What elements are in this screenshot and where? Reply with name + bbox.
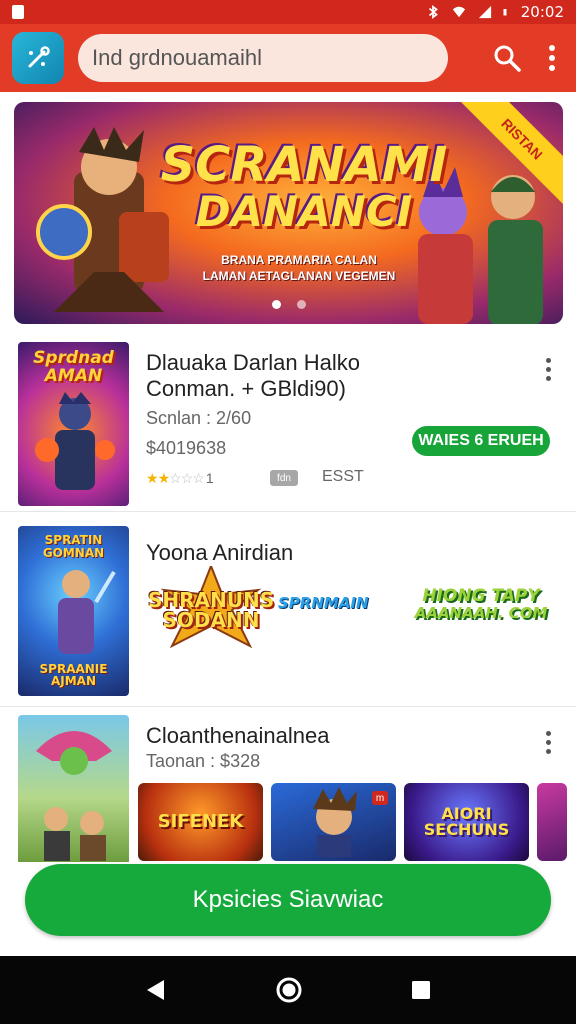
app-actions <box>492 43 564 73</box>
back-triangle-icon[interactable] <box>144 978 168 1002</box>
signal-icon <box>478 5 491 19</box>
install-button[interactable]: WAIES 6 ERUEH <box>412 426 550 456</box>
search-placeholder: Ind grdnouamaihl <box>92 45 263 70</box>
banner-title: SCRANAMI DANANCI <box>154 140 454 234</box>
screenshot-carousel[interactable]: SIFENEK m AIORI SECHUNS <box>138 783 567 861</box>
item-price: $4019638 <box>146 438 227 458</box>
game-logo: SHRANUNS SODANN <box>148 566 274 652</box>
banner-subtitle-line1: BRANA PRAMARIA CALAN <box>221 253 377 267</box>
tools-icon <box>28 46 50 68</box>
featured-banner[interactable]: SCRANAMI DANANCI BRANA PRAMARIA CALAN LA… <box>14 102 563 324</box>
status-time: 20:02 <box>520 3 564 21</box>
tag-label: ESST <box>322 468 364 485</box>
promo-logo: HIONG TAPY AAANAAH. COM <box>410 587 552 622</box>
search-input[interactable]: Ind grdnouamaihl <box>78 34 448 82</box>
carousel-dot[interactable] <box>271 300 281 309</box>
game-thumbnail: SPRATIN GOMNAN SPRAANIE AJMAN <box>18 526 129 696</box>
banner-subtitle-line2: LAMAN AETAGLANAN VEGEMEN <box>202 269 396 284</box>
card-title-line1: SIFENEK <box>157 811 244 832</box>
primary-cta-button[interactable]: Kpsicies Siavwiac <box>25 864 551 936</box>
app-bar: Ind grdnouamaihl <box>0 24 576 92</box>
star-icon: ★ <box>157 470 171 486</box>
item-title: Yoona Anirdian <box>146 540 294 565</box>
app-screen: 20:02 Ind grdnouamaihl SCRANAMI DANANCI … <box>0 0 576 1024</box>
battery-icon <box>503 9 507 16</box>
item-menu-icon[interactable] <box>544 731 552 754</box>
carousel-indicators <box>14 300 563 309</box>
item-title-line1: Dlauaka Darlan Halko <box>146 350 360 375</box>
game-character-illustration <box>312 787 357 857</box>
age-rating-badge: fdn <box>270 470 298 486</box>
thumb-title-line2: AMAN <box>44 365 103 386</box>
status-bar: 20:02 <box>0 0 576 24</box>
item-title-line2: Conman. + GBldi90) <box>146 376 346 402</box>
card-title: AIORI SECHUNS <box>424 806 510 838</box>
screenshot-card[interactable]: m <box>271 783 396 861</box>
cta-container: Kpsicies Siavwiac <box>0 862 576 956</box>
banner-subtitle: BRANA PRAMARIA CALAN LAMAN AETAGLANAN VE… <box>184 252 414 284</box>
logo-line1: SHRANUNS <box>148 588 275 612</box>
game-thumbnail: Sprdnad AMAN <box>18 342 129 506</box>
card-title: SIFENEK <box>158 813 244 831</box>
search-icon[interactable] <box>492 43 522 73</box>
promo-line2: AAANAAH. COM <box>414 603 548 622</box>
rating-stars: ★★☆☆☆ 1 <box>146 470 214 487</box>
item-meta: Taonan : $328 <box>146 751 261 771</box>
game-character-illustration <box>36 731 112 861</box>
banner-title-line1: SCRANAMI <box>160 137 448 193</box>
game-thumbnail <box>18 715 129 865</box>
carousel-dot[interactable] <box>296 300 306 309</box>
app-logo[interactable] <box>12 32 64 84</box>
banner-title-line2: DANANCI <box>195 187 413 237</box>
system-nav-bar <box>0 956 576 1024</box>
star-icon: ☆ <box>192 470 205 486</box>
home-circle-icon[interactable] <box>275 976 303 1004</box>
rating-suffix: 1 <box>205 470 214 486</box>
list-item[interactable]: Sprdnad AMAN Dlauaka Darlan Halko Conman… <box>0 340 576 512</box>
bluetooth-icon <box>428 5 438 19</box>
item-title: Dlauaka Darlan Halko Conman. + GBldi90) <box>146 350 360 403</box>
item-meta: Scnlan : 2/60 <box>146 408 252 428</box>
secondary-logo: SPRNMAIN <box>278 594 369 612</box>
list-item[interactable]: SPRATIN GOMNAN SPRAANIE AJMAN Yoona Anir… <box>0 514 576 707</box>
screenshot-card[interactable]: SIFENEK <box>138 783 263 861</box>
star-icon: ★ <box>146 470 159 486</box>
card-title-line2: SECHUNS <box>423 820 510 839</box>
thumb-title-line1: SPRATIN <box>44 533 103 547</box>
recents-square-icon[interactable] <box>410 979 432 1001</box>
wifi-icon <box>452 6 465 18</box>
thumb-title-line2: GOMNAN <box>42 545 105 560</box>
card-badge: m <box>372 791 388 805</box>
logo-line2: SODANN <box>162 608 260 632</box>
item-title: Cloanthenainalnea <box>146 723 330 748</box>
overflow-menu-icon[interactable] <box>548 44 556 72</box>
game-character-illustration <box>35 392 115 490</box>
item-menu-icon[interactable] <box>544 358 552 381</box>
star-icon: ☆ <box>169 470 182 486</box>
notification-icon <box>12 5 24 19</box>
status-icons: 20:02 <box>425 3 564 21</box>
thumb-caption-line2: AJMAN <box>50 674 97 689</box>
star-icon: ☆ <box>180 470 194 486</box>
screenshot-card[interactable] <box>537 783 567 861</box>
screenshot-card[interactable]: AIORI SECHUNS <box>404 783 529 861</box>
game-character-illustration <box>58 570 116 654</box>
